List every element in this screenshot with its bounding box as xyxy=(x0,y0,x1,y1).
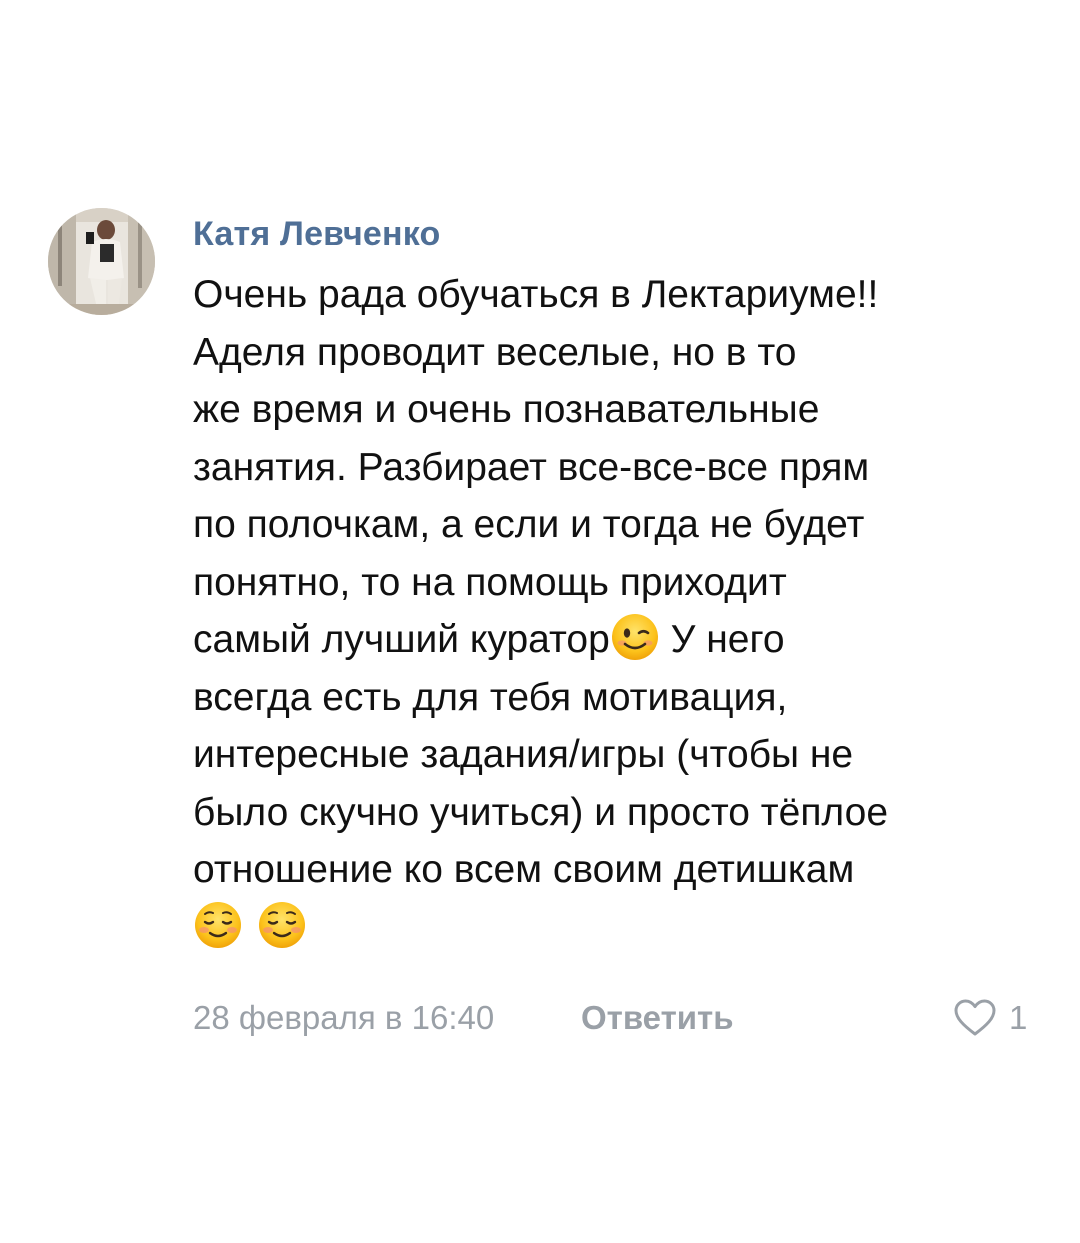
text-line: понятно, то на помощь приходит xyxy=(193,560,787,604)
text-segment: У него xyxy=(659,618,785,661)
text-line: отношение ко всем своим детишкам xyxy=(193,848,855,891)
likes-count: 1 xyxy=(1009,999,1028,1036)
text-line: было скучно учиться) и просто тёплое xyxy=(193,790,889,834)
heart-icon xyxy=(954,999,996,1036)
text-line-with-emoji: самый лучший куратор У него xyxy=(193,611,1033,669)
text-line: интересные задания/игры (чтобы не xyxy=(193,733,854,776)
author-name[interactable]: Катя Левченко xyxy=(193,208,1033,260)
text-line: же время и очень познавательные xyxy=(193,388,820,431)
reply-button[interactable]: Ответить xyxy=(581,993,734,1043)
text-line: занятия. Разбирает все-все-все прям xyxy=(193,445,870,489)
text-line: по полочкам, а если и тогда не будет xyxy=(193,503,865,546)
text-segment: самый лучший куратор xyxy=(193,618,610,661)
like-button[interactable]: 1 xyxy=(953,993,1027,1043)
text-line: Очень рада обучаться в Лектариуме!! xyxy=(193,273,879,316)
smiling-face-emoji-icon xyxy=(257,900,307,950)
comment-body: Катя Левченко Очень рада обучаться в Лек… xyxy=(193,208,1033,956)
comment-meta: 28 февраля в 16:40 Ответить 1 xyxy=(193,993,1033,1043)
comment-text: Очень рада обучаться в Лектариуме!! Адел… xyxy=(193,266,1033,956)
text-line: всегда есть для тебя мотивация, xyxy=(193,675,788,719)
avatar[interactable] xyxy=(48,208,155,315)
winking-face-emoji-icon xyxy=(610,612,660,662)
avatar-photo xyxy=(48,208,155,315)
emoji-line xyxy=(193,899,1033,957)
text-line: Аделя проводит веселые, но в то xyxy=(193,330,797,374)
comment-date[interactable]: 28 февраля в 16:40 xyxy=(193,993,494,1043)
smiling-face-emoji-icon xyxy=(193,900,243,950)
